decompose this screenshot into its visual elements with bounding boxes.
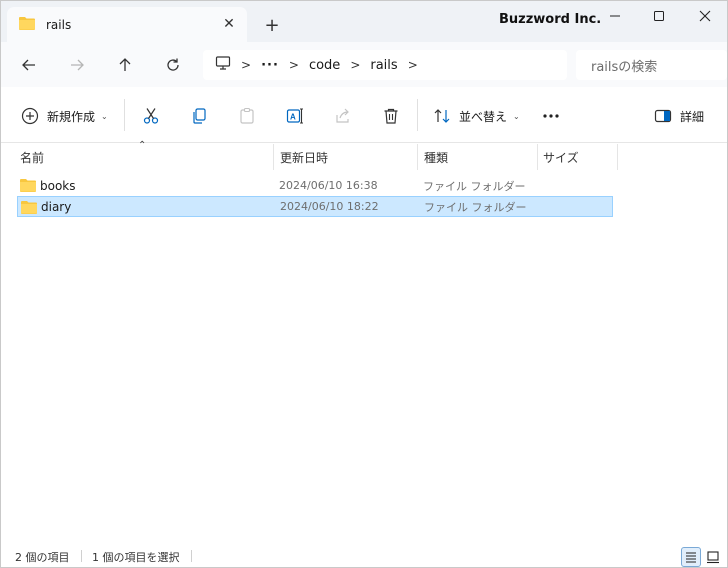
this-pc-icon[interactable] <box>215 55 231 75</box>
copy-button[interactable] <box>190 101 208 131</box>
file-row-diary[interactable]: diary 2024/06/10 18:22 ファイル フォルダー <box>17 196 613 217</box>
cut-button[interactable] <box>142 101 160 131</box>
close-window-button[interactable] <box>683 5 727 27</box>
more-icon <box>543 114 559 118</box>
add-circle-icon <box>21 107 39 125</box>
tiles-view-icon <box>707 551 719 564</box>
details-pane-icon <box>654 109 672 123</box>
forward-button[interactable] <box>62 50 92 80</box>
divider <box>191 550 192 562</box>
maximize-icon <box>654 11 664 21</box>
search-box[interactable]: railsの検索 <box>576 50 727 80</box>
folder-icon <box>21 200 37 217</box>
close-icon <box>699 10 711 22</box>
status-bar: 2 個の項目 1 個の項目を選択 <box>1 545 727 567</box>
more-options-button[interactable] <box>541 101 561 131</box>
preview-view-button[interactable] <box>703 547 723 567</box>
forward-arrow-icon <box>71 59 84 71</box>
breadcrumb-chevron-icon[interactable]: > <box>350 58 360 72</box>
folder-icon <box>19 16 35 33</box>
tab-title: rails <box>46 17 72 32</box>
details-pane-button[interactable]: 詳細 <box>654 101 704 131</box>
details-label: 詳細 <box>680 109 705 124</box>
back-arrow-icon <box>22 59 35 71</box>
column-resize-handle[interactable] <box>417 144 418 170</box>
refresh-icon <box>167 58 179 71</box>
maximize-button[interactable] <box>637 5 681 27</box>
new-button[interactable]: 新規作成 ⌄ <box>21 101 108 131</box>
address-bar[interactable]: > ··· > code > rails > <box>203 50 567 80</box>
chevron-down-icon: ⌄ <box>513 111 520 121</box>
share-button[interactable] <box>334 101 352 131</box>
breadcrumb-chevron-icon[interactable]: > <box>241 58 251 72</box>
column-resize-handle[interactable] <box>537 144 538 170</box>
sort-icon <box>434 109 450 123</box>
file-type: ファイル フォルダー <box>424 200 527 214</box>
divider <box>417 99 418 131</box>
trash-icon <box>384 108 398 124</box>
divider <box>124 99 125 131</box>
file-date: 2024/06/10 18:22 <box>280 200 379 213</box>
command-bar: 新規作成 ⌄ A 並べ替え ⌄ 詳細 <box>1 87 727 143</box>
up-button[interactable] <box>110 50 140 80</box>
column-header-row: ⌃ 名前 更新日時 種類 サイズ <box>1 140 727 170</box>
explorer-window: rails ✕ + Buzzword Inc. > ··· > code > r… <box>0 0 728 568</box>
more-folders-icon[interactable]: ··· <box>261 58 279 73</box>
column-resize-handle[interactable] <box>273 144 274 170</box>
file-name: diary <box>41 199 72 214</box>
details-view-button[interactable] <box>681 547 701 567</box>
column-header-size[interactable]: サイズ <box>543 144 579 170</box>
sort-ascending-icon: ⌃ <box>138 140 147 151</box>
new-label: 新規作成 <box>47 109 96 124</box>
breadcrumb-chevron-icon[interactable]: > <box>408 58 418 72</box>
column-header-name[interactable]: 名前 <box>20 144 44 170</box>
breadcrumb-chevron-icon[interactable]: > <box>289 58 299 72</box>
sort-label: 並べ替え <box>459 109 508 124</box>
refresh-button[interactable] <box>158 50 188 80</box>
file-date: 2024/06/10 16:38 <box>279 179 378 192</box>
file-row-books[interactable]: books 2024/06/10 16:38 ファイル フォルダー <box>17 175 613 196</box>
svg-text:A: A <box>290 113 296 122</box>
file-name: books <box>40 178 76 193</box>
breadcrumb-code[interactable]: code <box>309 58 340 73</box>
rename-icon: A <box>286 108 303 124</box>
cut-icon <box>143 108 159 124</box>
sort-button[interactable]: 並べ替え ⌄ <box>433 101 520 131</box>
column-header-date[interactable]: 更新日時 <box>280 144 328 170</box>
copy-icon <box>193 108 206 124</box>
selected-count: 1 個の項目を選択 <box>92 551 180 564</box>
folder-icon <box>20 178 36 195</box>
file-type: ファイル フォルダー <box>423 179 526 193</box>
brand-label: Buzzword Inc. <box>499 12 602 27</box>
divider <box>81 550 82 562</box>
new-tab-button[interactable]: + <box>261 14 283 36</box>
navigation-bar: > ··· > code > rails > railsの検索 <box>1 42 727 87</box>
column-resize-handle[interactable] <box>617 144 618 170</box>
close-tab-icon[interactable]: ✕ <box>219 14 239 34</box>
column-header-type[interactable]: 種類 <box>424 144 448 170</box>
back-button[interactable] <box>14 50 44 80</box>
tab-rails[interactable]: rails ✕ <box>7 7 247 42</box>
minimize-icon <box>610 15 620 17</box>
chevron-down-icon: ⌄ <box>101 111 108 121</box>
delete-button[interactable] <box>382 101 400 131</box>
list-view-icon <box>686 552 696 563</box>
paste-icon <box>240 107 254 124</box>
item-count: 2 個の項目 <box>15 551 70 564</box>
rename-button[interactable]: A <box>286 101 304 131</box>
title-bar: rails ✕ + Buzzword Inc. <box>1 1 727 42</box>
share-icon <box>336 108 349 123</box>
search-placeholder: railsの検索 <box>591 59 658 75</box>
breadcrumb-rails[interactable]: rails <box>370 58 397 73</box>
paste-button[interactable] <box>238 101 256 131</box>
up-arrow-icon <box>119 58 131 71</box>
minimize-button[interactable] <box>593 5 637 27</box>
